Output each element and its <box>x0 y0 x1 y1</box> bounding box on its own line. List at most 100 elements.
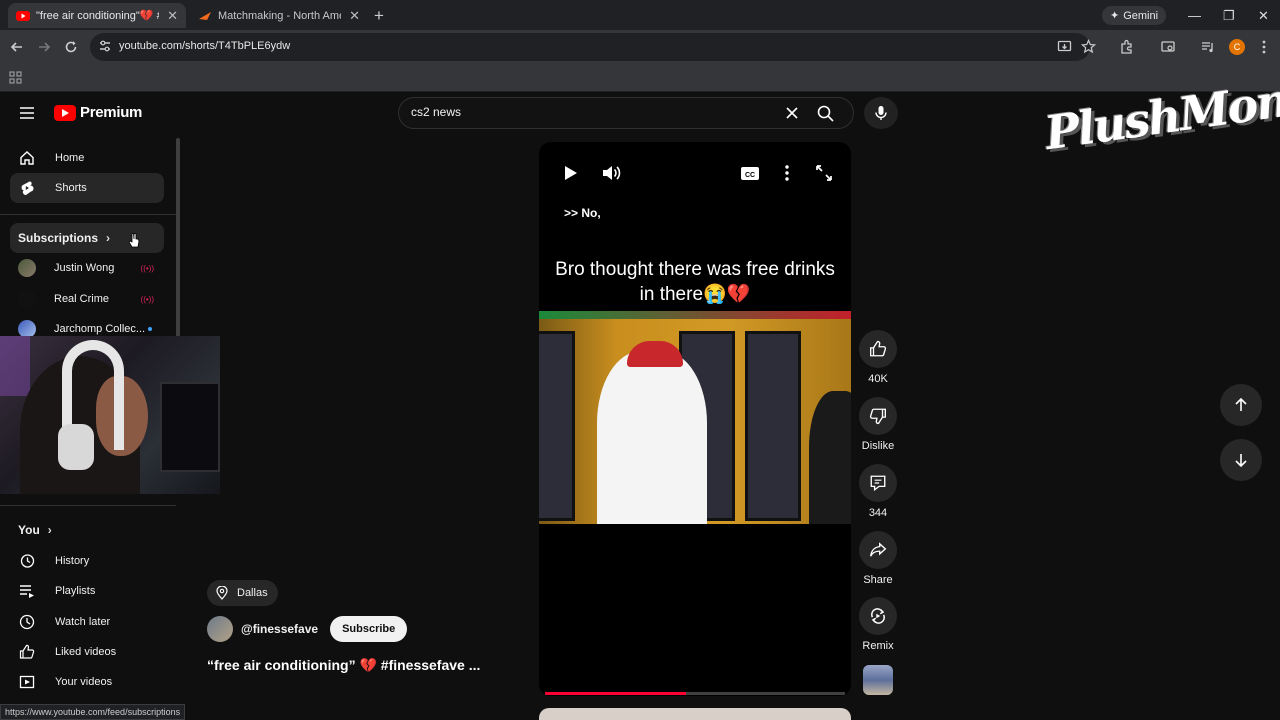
person-right <box>809 391 851 524</box>
subscription-item[interactable]: Real Crime ((•)) <box>10 285 164 313</box>
sidebar-item-history[interactable]: History <box>10 546 164 576</box>
share-icon <box>870 542 887 557</box>
location-chip[interactable]: Dallas <box>207 580 278 606</box>
hamburger-menu-icon[interactable] <box>19 105 35 121</box>
site-settings-icon[interactable] <box>98 39 112 53</box>
media-controls-icon[interactable] <box>1200 39 1216 55</box>
youtube-play-icon <box>54 104 76 121</box>
arrow-up-icon <box>1235 397 1247 411</box>
store-stripe <box>539 311 851 319</box>
gemini-label: Gemini <box>1123 9 1159 22</box>
next-short-preview[interactable] <box>539 708 851 720</box>
apps-grid-icon[interactable] <box>9 71 22 84</box>
address-bar[interactable]: youtube.com/shorts/T4TbPLE6ydw <box>90 33 1096 61</box>
dislike-button[interactable]: Dislike <box>858 397 898 452</box>
channel-avatar <box>18 290 36 308</box>
share-label: Share <box>863 574 893 586</box>
sparkle-icon: ✦ <box>1110 10 1120 22</box>
sidebar-divider <box>0 214 176 215</box>
captions-icon[interactable]: CC <box>739 162 761 184</box>
search-input[interactable] <box>411 105 771 119</box>
channel-name: Real Crime <box>54 293 110 305</box>
logo-text: Premium <box>80 104 143 121</box>
microphone-icon <box>875 106 887 120</box>
live-caption: >> No, <box>564 206 601 220</box>
youtube-premium-logo[interactable]: Premium <box>54 104 142 121</box>
sidebar-item-liked-videos[interactable]: Liked videos <box>10 637 164 667</box>
your-videos-icon <box>19 675 35 689</box>
matchmaking-favicon-icon <box>199 11 211 20</box>
tab-matchmaking[interactable]: Matchmaking - North America 5V ✕ <box>190 3 368 28</box>
more-options-icon[interactable] <box>776 162 798 184</box>
shorts-player[interactable]: CC >> No, Bro thought there was free dri… <box>539 142 851 696</box>
sidebar-item-label: Liked videos <box>55 646 117 658</box>
fridge-door <box>745 331 801 521</box>
history-icon <box>20 554 35 568</box>
restore-icon[interactable]: ❐ <box>1223 8 1235 24</box>
previous-short-button[interactable] <box>1220 384 1262 426</box>
status-bar-url: https://www.youtube.com/feed/subscriptio… <box>0 704 186 720</box>
sidebar-divider <box>0 505 176 506</box>
video-title[interactable]: “free air conditioning” 💔 #finessefave .… <box>207 657 480 674</box>
subscribe-button[interactable]: Subscribe <box>330 616 408 642</box>
like-button[interactable]: 40K <box>858 330 898 385</box>
volume-icon[interactable] <box>600 162 622 184</box>
extensions-icon[interactable] <box>1119 39 1135 55</box>
live-indicator-icon: ((•)) <box>140 263 154 273</box>
arrow-down-icon <box>1235 454 1247 468</box>
video-frame <box>539 311 851 524</box>
you-header[interactable]: You › <box>10 515 164 545</box>
bookmark-star-icon[interactable] <box>1081 39 1096 54</box>
profile-avatar[interactable]: C <box>1229 39 1245 55</box>
close-tab-icon[interactable]: ✕ <box>167 8 178 24</box>
shorts-icon <box>21 181 34 196</box>
share-button[interactable]: Share <box>858 531 898 586</box>
sound-thumbnail[interactable] <box>863 665 893 695</box>
sidebar-item-shorts[interactable]: Shorts <box>10 173 164 203</box>
like-count: 40K <box>868 373 888 385</box>
more-menu-icon[interactable] <box>1256 39 1272 55</box>
subscriptions-header[interactable]: Subscriptions › <box>10 223 164 253</box>
new-tab-button[interactable]: + <box>374 6 384 26</box>
install-app-icon[interactable] <box>1057 39 1072 54</box>
you-label: You <box>18 523 40 537</box>
new-content-dot <box>148 327 152 331</box>
gemini-button[interactable]: ✦ Gemini <box>1102 6 1167 25</box>
close-window-icon[interactable]: ✕ <box>1258 8 1269 24</box>
red-cap <box>627 341 683 367</box>
remix-button[interactable]: Remix <box>858 597 898 652</box>
voice-search-button[interactable] <box>864 97 898 129</box>
clear-search-icon[interactable] <box>785 106 799 120</box>
reload-icon[interactable] <box>63 39 79 55</box>
minimize-icon[interactable]: — <box>1188 8 1201 23</box>
fullscreen-icon[interactable] <box>813 162 835 184</box>
sidebar-item-label: History <box>55 555 90 567</box>
channel-avatar[interactable] <box>207 616 233 642</box>
sidebar-item-label: Watch later <box>55 616 111 628</box>
channel-handle[interactable]: @finessefave <box>241 622 318 636</box>
browser-toolbar: youtube.com/shorts/T4TbPLE6ydw C <box>0 30 1280 64</box>
sidebar-item-label: Home <box>55 152 85 164</box>
sidebar-item-playlists[interactable]: Playlists <box>10 576 164 606</box>
sidebar-scrollbar[interactable] <box>176 138 180 338</box>
play-icon[interactable] <box>559 162 581 184</box>
subscriptions-label: Subscriptions <box>18 231 99 245</box>
close-tab-icon[interactable]: ✕ <box>349 8 360 24</box>
tab-youtube-short[interactable]: "free air conditioning"💔 #finesse ✕ <box>8 3 186 28</box>
back-icon[interactable] <box>9 39 25 55</box>
forward-icon[interactable] <box>36 39 52 55</box>
sidebar-item-home[interactable]: Home <box>10 143 164 173</box>
video-progress-bar[interactable] <box>545 692 845 695</box>
next-short-button[interactable] <box>1220 439 1262 481</box>
location-pin-icon <box>216 586 228 600</box>
comments-button[interactable]: 344 <box>858 464 898 519</box>
cast-icon[interactable] <box>1160 39 1176 55</box>
sidebar-item-watch-later[interactable]: Watch later <box>10 607 164 637</box>
sidebar-item-your-videos[interactable]: Your videos <box>10 667 164 697</box>
fridge-door <box>539 331 575 521</box>
channel-row: @finessefave Subscribe <box>207 616 408 642</box>
search-icon[interactable] <box>817 105 834 122</box>
svg-text:CC: CC <box>745 172 755 179</box>
channel-avatar <box>18 259 36 277</box>
subscription-item[interactable]: Justin Wong ((•)) <box>10 254 164 282</box>
